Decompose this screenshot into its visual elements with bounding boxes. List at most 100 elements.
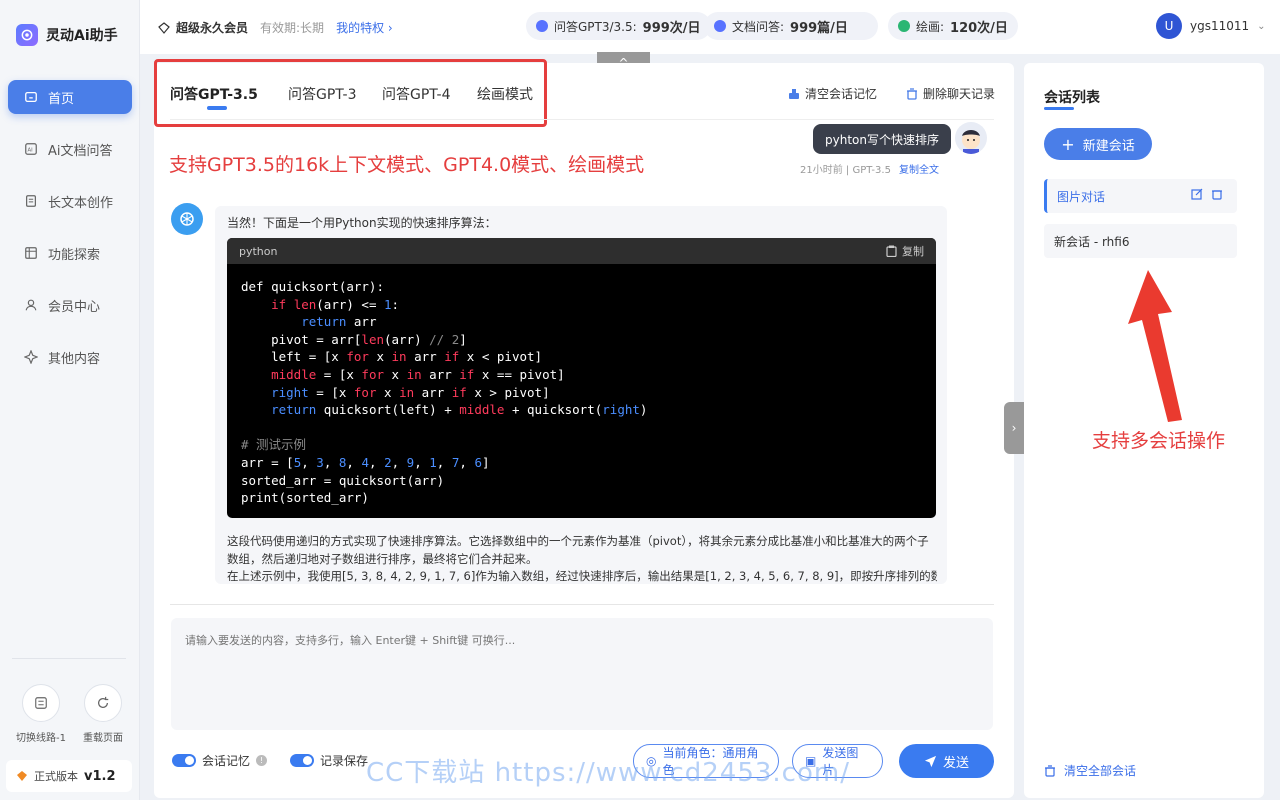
sidebar: 灵动Ai助手 首页 AI Ai文档问答 长文本创作 功能探索 会员中心 其他内容…: [0, 0, 140, 800]
palette-icon: [898, 20, 910, 32]
reload-button[interactable]: [84, 684, 122, 722]
plus-icon: +: [1061, 134, 1075, 154]
clear-memory-button[interactable]: 清空会话记忆: [788, 85, 877, 102]
quota-label: 问答GPT3/3.5:: [554, 19, 637, 34]
new-conversation-label: 新建会话: [1082, 138, 1135, 154]
file-text-icon: [26, 195, 36, 207]
app-logo[interactable]: 灵动Ai助手: [16, 24, 118, 46]
conversation-label: 图片对话: [1057, 189, 1106, 204]
quota-draw: 绘画: 120次/日: [888, 12, 1018, 40]
quota-doc: 文档问答: 999篇/日: [704, 12, 878, 40]
reply-paragraph-1: 这段代码使用递归的方式实现了快速排序算法。它选择数组中的一个元素作为基准（piv…: [227, 534, 929, 566]
chevron-down-icon: ⌄: [1257, 20, 1266, 32]
highlight-box: [154, 59, 547, 127]
code-language: python: [239, 244, 278, 258]
memory-toggle[interactable]: [172, 754, 196, 767]
sidebar-item-member[interactable]: 会员中心: [8, 288, 132, 322]
switch-route-button[interactable]: [22, 684, 60, 722]
diamond-outline-icon: [158, 21, 170, 34]
switch-route-label: 切换线路-1: [16, 733, 66, 744]
privilege-link[interactable]: 我的特权 ›: [336, 19, 393, 36]
user-message-bubble: pyhton写个快速排序: [813, 124, 951, 154]
sparkle-icon: [24, 350, 38, 364]
version-label: 正式版本: [34, 770, 78, 783]
message-meta: 21小时前 | GPT-3.5: [800, 165, 891, 176]
clipboard-icon: [886, 245, 897, 257]
document-ai-icon: AI: [25, 143, 37, 155]
message-input[interactable]: [171, 618, 993, 730]
sidebar-item-explore[interactable]: 功能探索: [8, 236, 132, 270]
quota-label: 文档问答:: [732, 19, 785, 34]
clear-all-conversations-button[interactable]: 清空全部会话: [1044, 762, 1136, 779]
send-label: 发送: [942, 755, 969, 771]
sidebar-item-doc-qa[interactable]: AI Ai文档问答: [8, 132, 132, 166]
route-icon: [35, 697, 47, 709]
app-name: 灵动Ai助手: [46, 28, 118, 44]
sidebar-divider: [12, 658, 126, 659]
quota-gpt: 问答GPT3/3.5: 999次/日: [526, 12, 711, 40]
paper-plane-icon: [924, 755, 937, 767]
send-button[interactable]: 发送: [899, 744, 994, 778]
edit-icon[interactable]: [1191, 188, 1203, 203]
trash-icon[interactable]: [1211, 188, 1223, 203]
member-level: 超级永久会员: [176, 21, 249, 35]
openai-icon: [180, 212, 194, 226]
annotation-multi-session: 支持多会话操作: [1092, 430, 1226, 452]
delete-history-label: 删除聊天记录: [923, 87, 996, 101]
sidebar-item-label: 会员中心: [48, 299, 101, 315]
grid-icon: [25, 247, 37, 259]
annotation-arrow-icon: [1128, 270, 1182, 422]
doc-quota-icon: [714, 20, 726, 32]
sidebar-item-label: 长文本创作: [48, 195, 114, 211]
conversation-item[interactable]: 新会话 - rhfi6: [1044, 224, 1237, 258]
save-toggle[interactable]: [290, 754, 314, 767]
sidebar-item-label: 功能探索: [48, 247, 101, 263]
memory-label: 会话记忆: [202, 754, 251, 768]
diamond-icon: [17, 771, 27, 781]
delete-history-button[interactable]: 删除聊天记录: [906, 85, 995, 102]
openai-logo-icon: [16, 24, 38, 46]
sidebar-item-label: Ai文档问答: [48, 143, 113, 159]
gpt-quota-icon: [536, 20, 548, 32]
expand-panel-button[interactable]: ›: [1004, 402, 1024, 454]
sidebar-item-other[interactable]: 其他内容: [8, 340, 132, 374]
sidebar-item-home[interactable]: 首页: [8, 80, 132, 114]
chat-divider: [170, 604, 994, 605]
quota-value: 999篇/日: [790, 20, 848, 36]
conversation-item-active[interactable]: 图片对话: [1044, 179, 1237, 213]
sidebar-item-label: 首页: [48, 91, 75, 107]
version-number: v1.2: [84, 768, 116, 784]
copy-code-button[interactable]: 复制: [886, 243, 924, 259]
copy-all-link[interactable]: 复制全文: [899, 161, 939, 176]
member-info: 超级永久会员 有效期:长期 我的特权 ›: [158, 19, 393, 36]
memory-toggle-group: 会话记忆 !: [172, 752, 268, 769]
chevron-right-icon: ›: [1011, 421, 1017, 435]
quota-value: 999次/日: [642, 20, 701, 36]
trash-icon: [907, 87, 917, 100]
avatar: U: [1156, 13, 1182, 39]
new-conversation-button[interactable]: + 新建会话: [1044, 128, 1152, 160]
svg-text:AI: AI: [28, 148, 34, 154]
member-validity: 有效期:长期: [260, 21, 325, 35]
sidebar-item-long-text[interactable]: 长文本创作: [8, 184, 132, 218]
reply-intro: 当然！下面是一个用Python实现的快速排序算法：: [227, 216, 497, 230]
cartoon-avatar-icon: [962, 130, 980, 154]
header-divider: [170, 119, 994, 120]
version-badge: 正式版本 v1.2: [6, 760, 132, 792]
sidebar-item-label: 其他内容: [48, 351, 101, 367]
quota-label: 绘画:: [916, 19, 945, 34]
user-menu[interactable]: U ygs11011 ⌄: [1156, 13, 1266, 39]
home-icon: [25, 91, 37, 103]
user-avatar: [955, 122, 987, 154]
conversation-label: 新会话 - rhfi6: [1054, 234, 1130, 249]
info-icon[interactable]: !: [256, 755, 268, 766]
annotation-modes: 支持GPT3.5的16k上下文模式、GPT4.0模式、绘画模式: [169, 154, 645, 176]
quota-value: 120次/日: [950, 20, 1008, 36]
conversation-list-title: 会话列表: [1044, 90, 1100, 106]
code-content: def quicksort(arr): if len(arr) <= 1: re…: [241, 279, 648, 506]
title-underline: [1044, 107, 1074, 110]
username: ygs11011: [1190, 19, 1250, 33]
code-block: python 复制 def quicksort(arr): if len(arr…: [227, 238, 936, 518]
copy-code-label: 复制: [902, 245, 924, 258]
reload-label: 重载页面: [83, 733, 123, 744]
